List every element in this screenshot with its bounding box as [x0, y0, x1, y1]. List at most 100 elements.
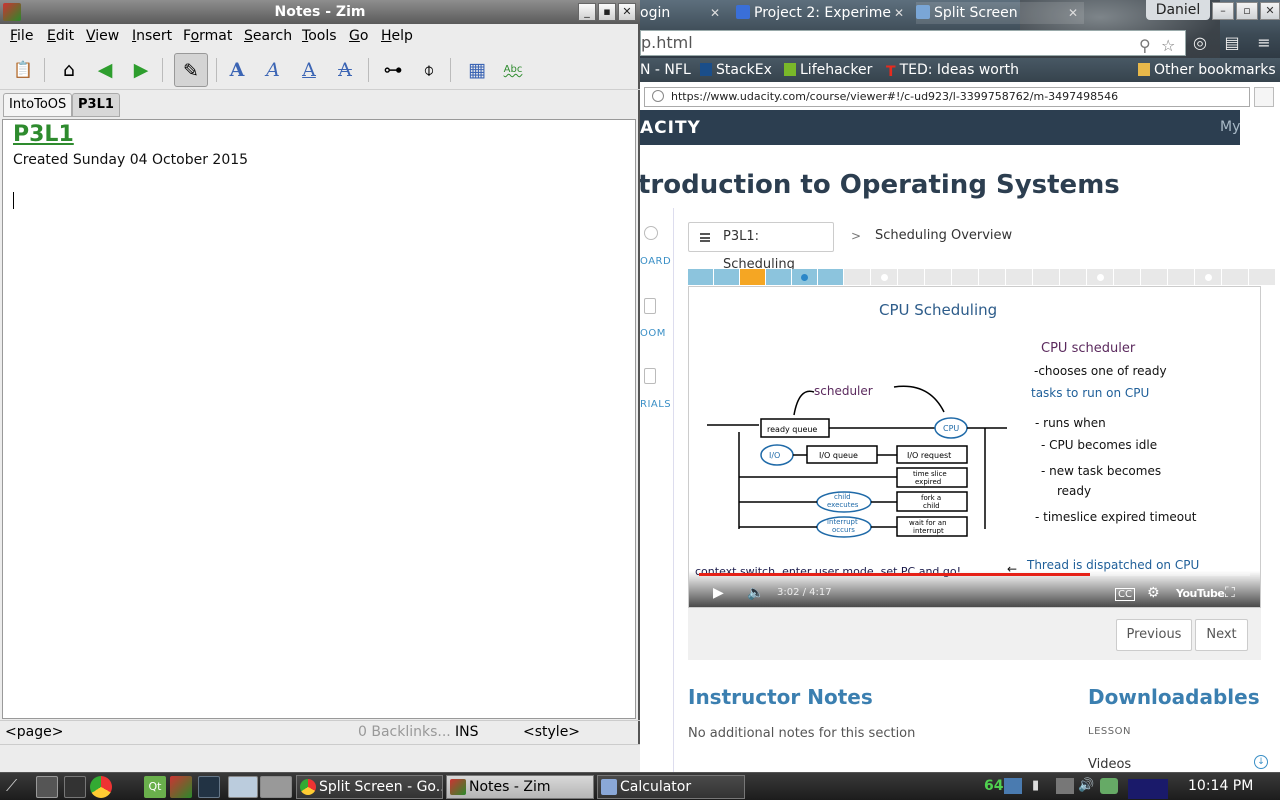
progress-segment[interactable] — [688, 269, 714, 285]
bookmark-item[interactable]: StackEx — [700, 58, 772, 82]
next-button[interactable]: Next — [1195, 619, 1248, 651]
udacity-logo[interactable]: ACITY — [640, 118, 701, 138]
maximize-icon[interactable]: ▪ — [598, 3, 616, 21]
progress-segment[interactable] — [792, 269, 818, 285]
strikethrough-icon[interactable]: A — [332, 57, 358, 83]
progress-segment[interactable] — [1114, 269, 1141, 285]
task-zim[interactable]: Notes - Zim — [446, 775, 594, 799]
bookmark-star-icon[interactable]: ☆ — [1161, 34, 1175, 58]
progress-segment[interactable] — [1033, 269, 1060, 285]
profile-button[interactable]: Daniel — [1146, 0, 1210, 20]
forward-arrow-icon[interactable]: ▶ — [128, 57, 154, 83]
chrome-launcher-icon[interactable] — [90, 776, 112, 798]
clipboard-icon[interactable] — [1056, 778, 1074, 794]
notebook-icon[interactable]: 📋 — [10, 57, 36, 83]
bookmark-folder[interactable]: Other bookmarks — [1138, 58, 1276, 82]
maximize-icon[interactable]: ▫ — [1236, 2, 1258, 20]
underline-icon[interactable]: A — [296, 57, 322, 83]
home-icon[interactable]: ⌂ — [56, 57, 82, 83]
table-icon[interactable]: ▦ — [464, 57, 490, 83]
menu-go[interactable]: Go — [349, 28, 368, 44]
tray-app-icon[interactable] — [1004, 778, 1022, 794]
inner-address-field[interactable]: https://www.udacity.com/course/viewer#!/… — [644, 87, 1250, 107]
tray-indicator-number[interactable]: 64 — [984, 778, 1003, 794]
system-monitor-icon[interactable] — [198, 776, 220, 798]
download-icon[interactable]: ↓ — [1254, 755, 1268, 769]
progress-segment[interactable] — [979, 269, 1006, 285]
workspace-1[interactable] — [228, 776, 258, 798]
progress-segment[interactable] — [898, 269, 925, 285]
menu-insert[interactable]: Insert — [132, 28, 172, 44]
progress-segment[interactable] — [1141, 269, 1168, 285]
menu-launcher-icon[interactable]: ⟋ — [6, 776, 28, 798]
youtube-logo[interactable]: YouTube — [1176, 587, 1225, 600]
progress-segment[interactable] — [871, 269, 898, 285]
menu-view[interactable]: View — [86, 28, 119, 44]
progress-segment[interactable] — [1195, 269, 1222, 285]
progress-segment[interactable] — [740, 269, 766, 285]
video-seek-bar[interactable] — [699, 573, 1250, 576]
status-page[interactable]: <page> — [5, 724, 63, 740]
link-icon[interactable]: ⊶ — [380, 57, 406, 83]
search-icon[interactable]: ⚲ — [1139, 34, 1151, 58]
close-tab-icon[interactable]: ✕ — [894, 2, 904, 24]
italic-icon[interactable]: A — [260, 57, 286, 83]
browser-tab-active[interactable]: Split Screen ✕ — [916, 2, 1084, 24]
bold-icon[interactable]: A — [224, 57, 250, 83]
spellcheck-icon[interactable]: Abc — [500, 57, 526, 83]
pathbar-button-current[interactable]: P3L1 — [72, 93, 120, 117]
progress-segment[interactable] — [714, 269, 740, 285]
captions-icon[interactable]: CC — [1115, 588, 1135, 601]
zim-launcher-icon[interactable] — [170, 776, 192, 798]
sidebar-item-materials[interactable]: RIALS — [640, 399, 671, 410]
progress-segment[interactable] — [1006, 269, 1033, 285]
edit-mode-icon[interactable]: ✎ — [174, 53, 208, 87]
browser-tab[interactable]: ogin ✕ — [640, 2, 726, 24]
close-tab-icon[interactable]: ✕ — [710, 2, 720, 24]
previous-button[interactable]: Previous — [1116, 619, 1192, 651]
sidebar-item-dashboard[interactable]: OARD — [640, 256, 671, 267]
minimize-icon[interactable]: – — [1212, 2, 1234, 20]
omnibox[interactable]: p.html ⚲ ☆ — [640, 30, 1186, 56]
zim-app-icon[interactable] — [3, 3, 21, 21]
menu-file[interactable]: File — [10, 28, 33, 44]
workspace-2[interactable] — [260, 776, 292, 798]
progress-segment[interactable] — [818, 269, 844, 285]
menu-format[interactable]: Format — [183, 28, 232, 44]
progress-segment[interactable] — [1060, 269, 1087, 285]
page-action-icon[interactable] — [1254, 87, 1274, 107]
back-arrow-icon[interactable]: ◀ — [92, 57, 118, 83]
progress-segment[interactable] — [844, 269, 871, 285]
attachment-icon[interactable]: ⌽ — [416, 57, 442, 83]
menu-help[interactable]: Help — [381, 28, 413, 44]
chrome-menu-icon[interactable]: ≡ — [1254, 33, 1274, 53]
menu-tools[interactable]: Tools — [302, 28, 337, 44]
network-signal-icon[interactable]: ▮ — [1032, 778, 1050, 794]
page-editor[interactable]: P3L1 Created Sunday 04 October 2015 — [2, 119, 636, 719]
task-chrome[interactable]: Split Screen - Go... — [296, 775, 443, 799]
progress-segment[interactable] — [1087, 269, 1114, 285]
browser-tab[interactable]: Project 2: Experime ✕ — [736, 2, 910, 24]
close-icon[interactable]: ✕ — [618, 3, 636, 21]
close-tab-icon[interactable]: ✕ — [1068, 2, 1078, 24]
status-backlinks[interactable]: 0 Backlinks... — [358, 724, 451, 740]
task-calculator[interactable]: Calculator — [597, 775, 745, 799]
settings-gear-icon[interactable]: ⚙ — [1147, 585, 1160, 601]
sidebar-item-classroom[interactable]: OOM — [640, 328, 666, 339]
extension-icon[interactable]: ◎ — [1190, 33, 1210, 53]
status-style[interactable]: <style> — [523, 724, 580, 740]
volume-tray-icon[interactable]: 🔊 — [1078, 778, 1096, 794]
progress-segment[interactable] — [1168, 269, 1195, 285]
terminal-icon[interactable] — [64, 776, 86, 798]
extension-icon[interactable]: ▤ — [1222, 33, 1242, 53]
pathbar-button[interactable]: IntoToOS — [3, 93, 73, 117]
qt-launcher-icon[interactable]: Qt — [144, 776, 166, 798]
menu-edit[interactable]: Edit — [47, 28, 74, 44]
volume-icon[interactable]: 🔈 — [747, 585, 764, 601]
fullscreen-icon[interactable]: ⛶ — [1225, 585, 1235, 601]
battery-icon[interactable] — [1100, 778, 1118, 794]
play-icon[interactable]: ▶ — [713, 585, 724, 601]
progress-segment[interactable] — [766, 269, 792, 285]
progress-segment[interactable] — [952, 269, 979, 285]
lesson-menu-button[interactable]: P3L1: Scheduling — [688, 222, 834, 272]
